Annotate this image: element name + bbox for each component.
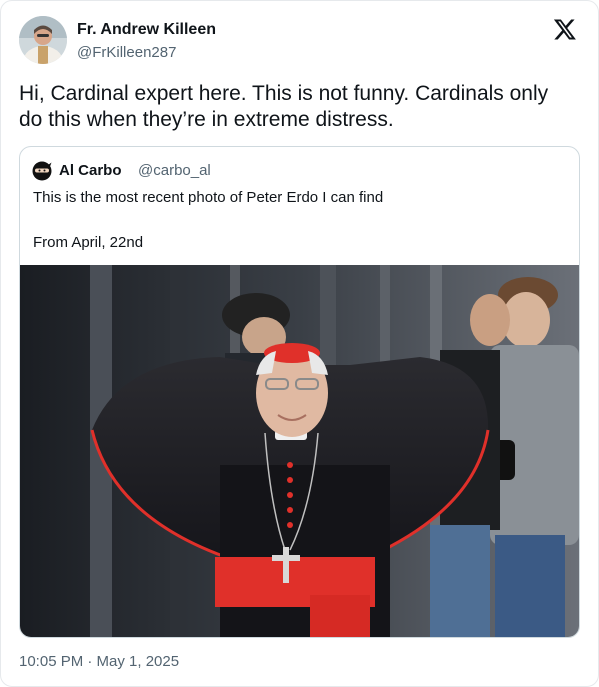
tweet-text: Hi, Cardinal expert here. This is not fu… [19, 81, 579, 133]
quoted-tweet-date-text: From April, 22nd [33, 234, 144, 251]
x-logo-icon[interactable] [553, 17, 577, 41]
tweet-card: Fr. Andrew Killeen @FrKilleen287 Hi, Car… [0, 0, 599, 687]
tweet-timestamp[interactable]: 10:05 PM · May 1, 2025 [19, 653, 179, 670]
author-handle[interactable]: @FrKilleen287 [77, 44, 176, 61]
quoted-author-name[interactable]: Al Carbo [59, 162, 122, 179]
author-avatar[interactable] [19, 16, 67, 64]
cardinal-photo[interactable] [20, 265, 579, 638]
author-name[interactable]: Fr. Andrew Killeen [77, 21, 216, 39]
ninja-avatar-icon [32, 161, 52, 181]
quoted-author-handle[interactable]: @carbo_al [138, 162, 211, 179]
tweet-text-line: Hi, Cardinal expert here. This is not fu… [19, 82, 549, 105]
tweet-header: Fr. Andrew Killeen @FrKilleen287 [19, 15, 579, 67]
quoted-tweet[interactable]: Al Carbo @carbo_al This is the most rece… [19, 146, 580, 638]
tweet-text-line: do this when they’re in extreme distress… [19, 108, 394, 131]
priest-avatar-icon [19, 16, 67, 64]
quoted-tweet-text: This is the most recent photo of Peter E… [33, 189, 384, 206]
